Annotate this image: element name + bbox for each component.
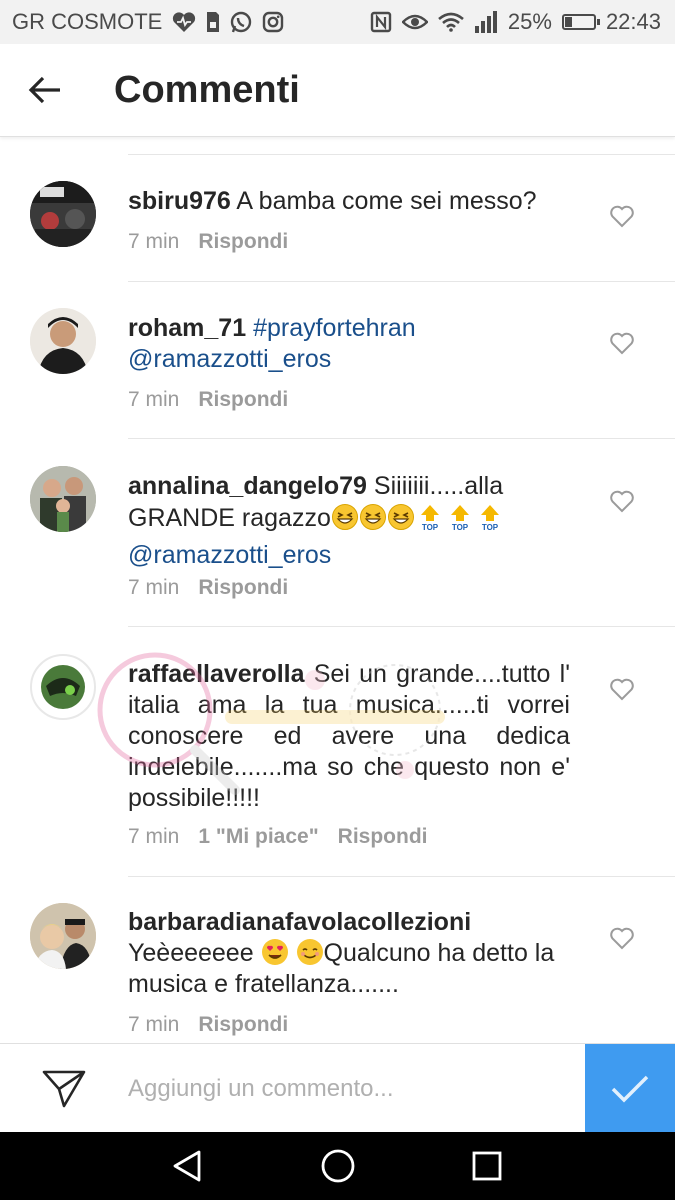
avatar[interactable] — [30, 654, 96, 720]
comments-list[interactable]: sbiru976 A bamba come sei messo? 7 min R… — [0, 137, 675, 1043]
comment-username[interactable]: roham_71 — [128, 314, 246, 342]
grinning-squinting-face-emoji — [359, 504, 386, 530]
comment-body: sbiru976 A bamba come sei messo? — [128, 186, 570, 217]
comment-text: Yeèeeeeee — [128, 939, 254, 967]
checkmark-icon — [611, 1075, 649, 1102]
back-triangle-icon — [173, 1150, 201, 1182]
comment-body: raffaellaverolla Sei un grande....tutto … — [128, 659, 570, 814]
heart-icon — [610, 490, 634, 513]
page-title: Commenti — [114, 68, 300, 111]
comment-time: 7 min — [128, 825, 180, 848]
heart-icon — [610, 678, 634, 701]
comment-text: A bamba come sei messo? — [236, 187, 537, 215]
back-button[interactable] — [0, 44, 90, 136]
comment-meta: 7 min Rispondi — [128, 230, 288, 254]
like-heart-button[interactable] — [609, 926, 635, 950]
home-circle-icon — [321, 1149, 355, 1183]
clock: 22:43 — [605, 9, 661, 34]
divider — [128, 281, 675, 282]
like-heart-button[interactable] — [609, 677, 635, 701]
nav-back-button[interactable] — [167, 1146, 207, 1186]
like-heart-button[interactable] — [609, 331, 635, 355]
signal-icon — [474, 11, 498, 33]
top-arrow-emoji: TOP — [445, 502, 475, 540]
battery-icon — [561, 14, 600, 30]
heart-icon — [610, 927, 634, 950]
arrow-left-icon — [28, 76, 60, 104]
whatsapp-icon — [230, 11, 252, 33]
divider — [128, 438, 675, 439]
reply-button[interactable]: Rispondi — [198, 388, 288, 412]
comment-time: 7 min — [128, 576, 180, 599]
app-bar: Commenti — [0, 44, 675, 137]
svg-text:TOP: TOP — [452, 523, 469, 532]
top-arrow-emoji: TOP — [415, 502, 445, 540]
grinning-squinting-face-emoji — [387, 504, 414, 530]
comment-meta: 7 min 1 "Mi piace" Rispondi — [128, 825, 427, 849]
nav-home-button[interactable] — [318, 1146, 358, 1186]
reply-button[interactable]: Rispondi — [338, 825, 428, 849]
nav-recents-button[interactable] — [467, 1146, 507, 1186]
likes-count[interactable]: 1 "Mi piace" — [198, 825, 318, 849]
like-heart-button[interactable] — [609, 489, 635, 513]
divider — [128, 626, 675, 627]
mention-link[interactable]: @ramazzotti_eros — [128, 345, 331, 373]
paper-plane-icon — [42, 1070, 86, 1107]
wifi-icon — [438, 12, 464, 32]
carrier-label: GR COSMOTE — [12, 9, 163, 34]
comment-text: Siiiiiii.....alla — [373, 472, 504, 500]
comment-text: GRANDE ragazzo — [128, 504, 331, 532]
grinning-squinting-face-emoji — [331, 504, 358, 530]
avatar[interactable] — [30, 308, 96, 374]
heart-icon — [610, 205, 634, 228]
svg-text:TOP: TOP — [482, 523, 499, 532]
reply-button[interactable]: Rispondi — [198, 576, 288, 600]
reply-button[interactable]: Rispondi — [198, 230, 288, 254]
nfc-icon — [370, 11, 392, 33]
comment-meta: 7 min Rispondi — [128, 388, 288, 412]
comment-meta: 7 min Rispondi — [128, 576, 288, 600]
recents-square-icon — [472, 1151, 502, 1181]
reply-button[interactable]: Rispondi — [198, 1013, 288, 1037]
post-comment-button[interactable] — [585, 1044, 675, 1133]
avatar[interactable] — [30, 466, 96, 532]
battery-percent: 25% — [507, 9, 552, 34]
top-arrow-emoji: TOP — [475, 502, 505, 540]
direct-message-button[interactable] — [0, 1044, 128, 1133]
heart-icon — [610, 332, 634, 355]
divider — [128, 154, 675, 155]
comment-username[interactable]: sbiru976 — [128, 187, 231, 215]
status-bar: GR COSMOTE 25% 22:43 — [0, 0, 675, 44]
heart-eyes-emoji — [261, 939, 288, 965]
comment-username[interactable]: raffaellaverolla — [128, 660, 305, 688]
navigation-bar — [0, 1132, 675, 1200]
hashtag-link[interactable]: #prayforteh​ran — [253, 314, 416, 342]
comment-time: 7 min — [128, 230, 180, 253]
sim-icon — [206, 11, 220, 33]
comment-body: roham_71 #prayforteh​ran @ramazzotti_ero… — [128, 313, 570, 375]
comment-meta: 7 min Rispondi — [128, 1013, 288, 1037]
heart-pulse-icon — [172, 11, 196, 33]
comment-body: annalina_dangelo79 Siiiiiii.....alla GRA… — [128, 471, 570, 571]
eye-icon — [401, 12, 428, 32]
comment-time: 7 min — [128, 388, 180, 411]
comment-username[interactable]: barbaradianafavolacollezioni — [128, 908, 471, 936]
instagram-icon — [262, 11, 284, 33]
comment-input-bar — [0, 1043, 675, 1133]
smiling-face-emoji — [296, 939, 323, 965]
mention-link[interactable]: @ramazzotti_eros — [128, 541, 331, 569]
like-heart-button[interactable] — [609, 204, 635, 228]
comment-body: barbaradianafavolacollezioni Yeèeeeeee Q… — [128, 907, 570, 1000]
comment-input[interactable] — [128, 1074, 578, 1103]
avatar[interactable] — [30, 181, 96, 247]
comment-time: 7 min — [128, 1013, 180, 1036]
divider — [128, 876, 675, 877]
comment-username[interactable]: annalina_dangelo79 — [128, 472, 367, 500]
svg-text:TOP: TOP — [422, 523, 439, 532]
avatar[interactable] — [30, 903, 96, 969]
